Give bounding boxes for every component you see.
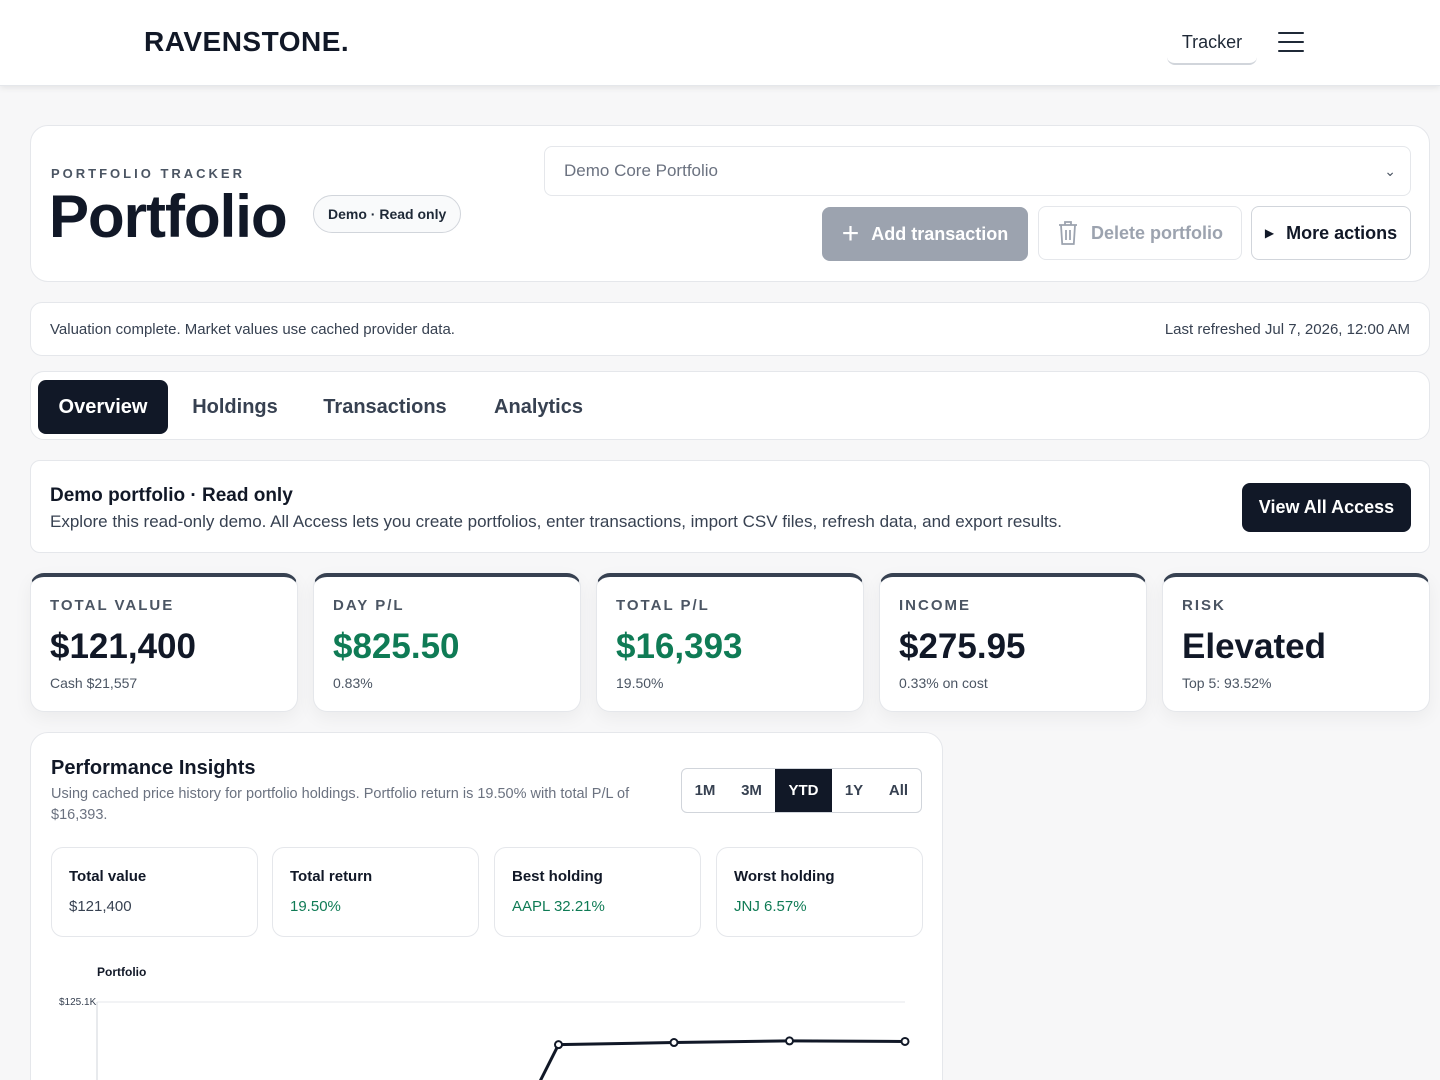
- top-nav: RAVENSTONE. Tracker: [0, 0, 1440, 86]
- add-transaction-button[interactable]: + Add transaction: [822, 207, 1028, 261]
- demo-badge: Demo · Read only: [313, 195, 462, 233]
- trash-icon: [1058, 221, 1077, 245]
- demo-banner: Demo portfolio · Read only Explore this …: [30, 460, 1430, 553]
- metric-value: $121,400: [50, 627, 196, 666]
- view-all-access-button[interactable]: View All Access: [1242, 483, 1411, 532]
- stat-label: Best holding: [512, 868, 603, 885]
- tab-bar: Overview Holdings Transactions Analytics: [30, 371, 1430, 440]
- portfolio-select[interactable]: Demo Core Portfolio ⌄: [544, 146, 1411, 196]
- stat-total-return: Total return 19.50%: [272, 847, 479, 937]
- page-title: Portfolio: [49, 183, 288, 250]
- plus-icon: +: [841, 217, 860, 250]
- stat-worst-holding: Worst holding JNJ 6.57%: [716, 847, 923, 937]
- metric-label: TOTAL P/L: [616, 597, 710, 614]
- demo-description: Explore this read-only demo. All Access …: [50, 512, 1062, 531]
- chevron-down-icon: ⌄: [1384, 163, 1396, 179]
- performance-insights: Performance Insights Using cached price …: [30, 732, 943, 1080]
- data-point: [669, 1038, 679, 1048]
- performance-description: Using cached price history for portfolio…: [51, 786, 630, 823]
- data-point: [785, 1036, 794, 1046]
- brand-logo[interactable]: RAVENSTONE.: [144, 26, 349, 58]
- status-message: Valuation complete. Market values use ca…: [50, 321, 455, 338]
- stat-total-value: Total value $121,400: [51, 847, 258, 937]
- hamburger-menu-icon[interactable]: [1278, 32, 1304, 52]
- nav-tracker-link[interactable]: Tracker: [1167, 22, 1257, 65]
- range-ytd[interactable]: YTD: [775, 769, 832, 812]
- metric-day-pl: DAY P/L $825.50 0.83%: [313, 573, 581, 712]
- portfolio-header: PORTFOLIO TRACKER Portfolio Demo · Read …: [30, 125, 1430, 282]
- stat-label: Total value: [69, 868, 147, 885]
- data-point: [554, 1040, 563, 1050]
- metric-total-value: TOTAL VALUE $121,400 Cash $21,557: [30, 573, 298, 712]
- stat-label: Total return: [290, 868, 373, 885]
- stat-best-holding: Best holding AAPL 32.21%: [494, 847, 701, 937]
- metric-risk: RISK Elevated Top 5: 93.52%: [1162, 573, 1430, 712]
- range-1m[interactable]: 1M: [682, 769, 728, 812]
- stat-value: 19.50%: [290, 898, 341, 915]
- metric-value: Elevated: [1182, 627, 1326, 666]
- stat-label: Worst holding: [734, 868, 835, 885]
- more-actions-label: More actions: [1286, 222, 1398, 243]
- y-tick-label: $125.1K: [59, 997, 97, 1008]
- tab-overview[interactable]: Overview: [38, 380, 168, 434]
- series-line-portfolio: [538, 1039, 906, 1080]
- add-transaction-label: Add transaction: [871, 223, 1009, 244]
- metric-label: RISK: [1182, 597, 1226, 614]
- stat-value: JNJ 6.57%: [734, 898, 807, 915]
- metric-total-pl: TOTAL P/L $16,393 19.50%: [596, 573, 864, 712]
- tab-holdings[interactable]: Holdings: [181, 380, 289, 434]
- more-actions-button[interactable]: ▶ More actions: [1251, 206, 1411, 260]
- valuation-status: Valuation complete. Market values use ca…: [30, 302, 1430, 356]
- performance-title: Performance Insights: [51, 757, 256, 779]
- metric-sub: Top 5: 93.52%: [1182, 675, 1272, 691]
- delete-portfolio-label: Delete portfolio: [1090, 222, 1223, 243]
- page-eyebrow: PORTFOLIO TRACKER: [51, 166, 245, 181]
- range-selector: 1M 3M YTD 1Y All: [681, 768, 922, 813]
- metric-income: INCOME $275.95 0.33% on cost: [879, 573, 1147, 712]
- delete-portfolio-button[interactable]: Delete portfolio: [1038, 206, 1242, 260]
- metric-sub: Cash $21,557: [50, 675, 138, 691]
- metric-label: INCOME: [899, 597, 971, 614]
- performance-chart: Portfolio $125.1K: [59, 965, 910, 1080]
- metric-value: $825.50: [333, 627, 460, 666]
- range-3m[interactable]: 3M: [728, 769, 775, 812]
- demo-title: Demo portfolio · Read only: [50, 485, 293, 506]
- metric-sub: 19.50%: [616, 675, 664, 691]
- metric-label: DAY P/L: [333, 597, 405, 614]
- tab-analytics[interactable]: Analytics: [481, 380, 596, 434]
- range-all[interactable]: All: [876, 769, 921, 812]
- data-point: [900, 1036, 910, 1046]
- caret-right-icon: ▶: [1264, 226, 1275, 240]
- tab-transactions[interactable]: Transactions: [311, 380, 459, 434]
- metric-sub: 0.33% on cost: [899, 675, 988, 691]
- stat-value: AAPL 32.21%: [512, 898, 605, 915]
- metric-label: TOTAL VALUE: [50, 597, 175, 614]
- range-1y[interactable]: 1Y: [832, 769, 876, 812]
- metric-value: $275.95: [899, 627, 1026, 666]
- portfolio-select-value: Demo Core Portfolio: [564, 161, 719, 180]
- metric-value: $16,393: [616, 627, 743, 666]
- last-refreshed: Last refreshed Jul 7, 2026, 12:00 AM: [1164, 321, 1410, 338]
- stat-value: $121,400: [69, 898, 132, 915]
- metric-sub: 0.83%: [333, 675, 373, 691]
- legend-portfolio: Portfolio: [97, 965, 146, 979]
